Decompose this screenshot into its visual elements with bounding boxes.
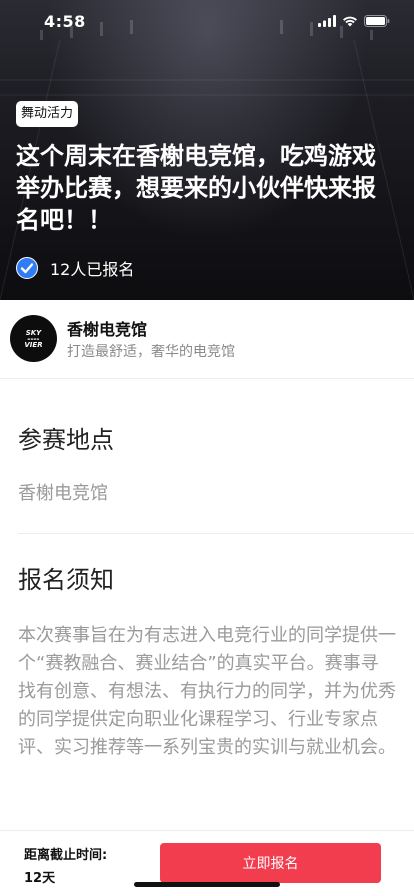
divider [18, 533, 414, 534]
notice-title: 报名须知 [18, 566, 114, 594]
signup-button[interactable]: 立即报名 [160, 843, 381, 883]
venue-title: 参赛地点 [18, 426, 114, 454]
status-time: 4:58 [44, 12, 86, 31]
hero-banner: 4:58 舞动活力 这个周末在香榭电竞馆，吃鸡游戏举办比赛，想要来的小伙伴快来报… [0, 0, 414, 300]
check-circle-icon [16, 257, 38, 279]
home-indicator [134, 882, 280, 887]
divider [0, 378, 414, 379]
organizer-name: 香榭电竞馆 [67, 320, 148, 339]
deadline-value: 12天 [24, 871, 56, 886]
registered-text: 12人已报名 [50, 260, 135, 279]
wifi-icon [343, 16, 357, 27]
organizer-logo: SKY ▬▬▬▬ VIER [10, 315, 57, 362]
logo-text-top: SKY [25, 328, 42, 337]
organizer-card[interactable]: SKY ▬▬▬▬ VIER [0, 300, 414, 378]
battery-icon [364, 15, 390, 27]
registered-count: 12人已报名 [16, 256, 134, 280]
activity-tag: 舞动活力 [16, 101, 79, 127]
organizer-description: 打造最舒适，奢华的电竞馆 [67, 344, 235, 360]
event-title: 这个周末在香榭电竞馆，吃鸡游戏举办比赛，想要来的小伙伴快来报名吧！！ [16, 142, 376, 234]
notice-body: 本次赛事旨在为有志进入电竞行业的同学提供一个“赛教融合、赛业结合”的真实平台。赛… [18, 625, 396, 758]
status-bar: 4:58 [0, 0, 414, 44]
venue-value: 香榭电竞馆 [18, 483, 108, 504]
deadline-label: 距离截止时间: [24, 848, 108, 863]
signal-icon [318, 15, 336, 27]
logo-text-bottom: VIER [24, 340, 43, 349]
status-icons [318, 15, 390, 27]
